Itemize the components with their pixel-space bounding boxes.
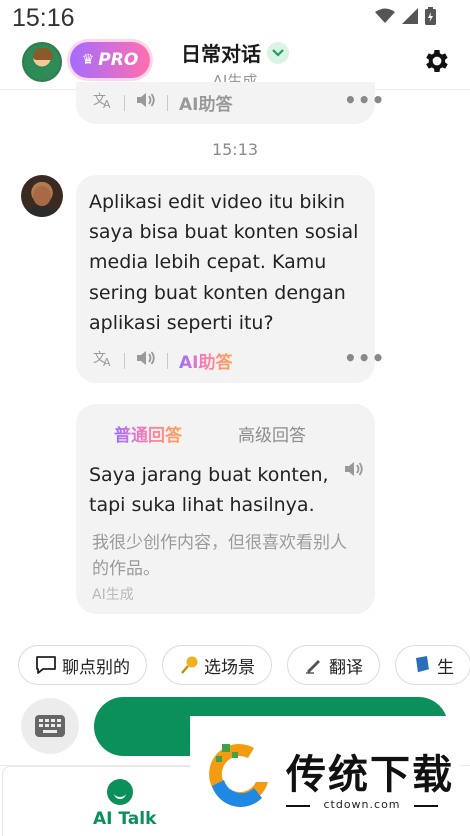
chip-label: 生 <box>437 657 454 678</box>
divider <box>124 352 125 369</box>
nav-tab-ai-talk[interactable]: AI Talk <box>2 766 192 836</box>
chip-translate[interactable]: 翻译 <box>287 645 380 685</box>
speaker-icon[interactable] <box>344 461 364 481</box>
suggested-answer-text[interactable]: Saya jarang buat konten, tapi suka lihat… <box>89 460 339 520</box>
ai-generated-tag: AI生成 <box>92 587 134 603</box>
chip-choose-scene[interactable]: 选场景 <box>162 645 272 685</box>
divider <box>124 94 125 111</box>
watermark: 传统下载 ctdown.com <box>190 716 460 836</box>
signal-icon <box>402 8 418 24</box>
watermark-logo-icon <box>209 744 268 807</box>
previous-message-actions: 文A AI助答 <box>93 90 232 115</box>
nav-label: AI Talk <box>93 809 157 829</box>
wifi-icon <box>375 8 395 23</box>
message-text: Aplikasi edit video itu bikin saya bisa … <box>89 191 359 334</box>
page-title: 日常对话 <box>181 42 261 66</box>
gear-icon[interactable] <box>422 46 452 76</box>
chip-chat-other[interactable]: 聊点别的 <box>18 645 147 685</box>
suggestion-chips: 聊点别的 选场景 翻译 生 <box>18 645 470 685</box>
chip-label: 聊点别的 <box>62 657 130 678</box>
ai-assist-button[interactable]: AI助答 <box>179 348 232 373</box>
pen-icon <box>306 660 320 674</box>
svg-text:A: A <box>103 356 111 367</box>
answer-tabs: 普通回答 高级回答 <box>76 421 375 446</box>
answer-translation: 我很少创作内容，但很喜欢看别人的作品。 <box>92 533 347 579</box>
scene-title-dropdown[interactable]: 日常对话 <box>181 38 289 67</box>
chip-label: 翻译 <box>329 657 363 678</box>
ai-assist-button[interactable]: AI助答 <box>179 90 232 115</box>
divider <box>167 352 168 369</box>
tab-normal-answer[interactable]: 普通回答 <box>114 421 182 446</box>
message-actions: 文A AI助答 <box>93 348 232 373</box>
bot-avatar[interactable] <box>21 175 63 217</box>
chip-more[interactable]: 生 <box>395 645 470 685</box>
status-time: 15:16 <box>12 4 75 32</box>
status-icons <box>375 7 436 25</box>
chat-bubble-icon <box>36 656 56 674</box>
book-icon <box>416 656 430 674</box>
app-screen: 15:16 ♛ PRO 日常对话 AI生成 文A AI助答 ••• 15:13 … <box>0 0 470 836</box>
more-icon[interactable]: ••• <box>344 346 385 370</box>
watermark-brand: 传统下载 <box>286 752 454 798</box>
translate-icon[interactable]: 文A <box>93 91 113 114</box>
more-icon[interactable]: ••• <box>344 88 385 112</box>
chevron-down-icon <box>267 41 289 64</box>
divider <box>414 805 438 807</box>
ai-talk-icon <box>107 779 133 805</box>
pin-icon <box>181 656 198 674</box>
status-bar: 15:16 <box>0 0 470 36</box>
chip-label: 选场景 <box>204 657 255 678</box>
speaker-icon[interactable] <box>136 92 156 113</box>
speaker-icon[interactable] <box>136 350 156 371</box>
message-timestamp: 15:13 <box>211 140 259 159</box>
translate-icon[interactable]: 文A <box>93 349 113 372</box>
divider <box>167 94 168 111</box>
suggestion-chips-row: 聊点别的 选场景 翻译 生 <box>0 640 470 690</box>
battery-icon <box>425 7 436 25</box>
keyboard-icon <box>35 715 65 737</box>
tab-advanced-answer[interactable]: 高级回答 <box>238 421 306 446</box>
keyboard-button[interactable] <box>21 698 79 754</box>
svg-text:A: A <box>103 98 111 109</box>
